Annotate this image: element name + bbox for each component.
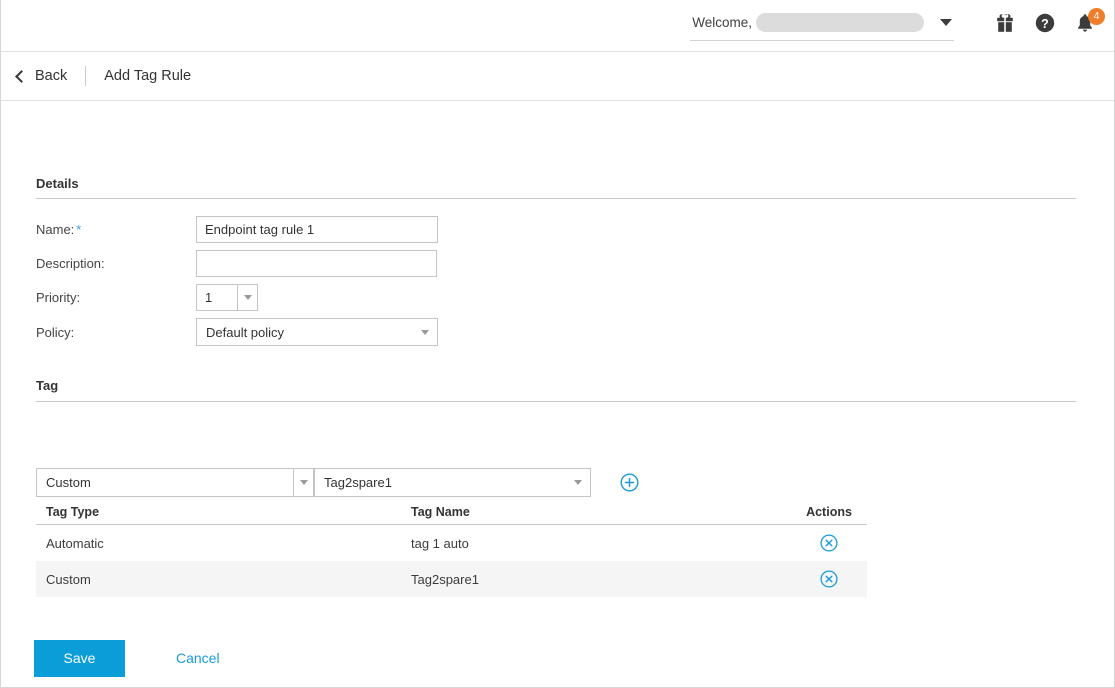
tag-table: Tag Type Tag Name Actions Automatic tag … [36, 499, 867, 597]
tag-name-select[interactable]: Tag2spare1 [314, 468, 591, 497]
notification-badge: 4 [1088, 8, 1105, 25]
cell-tag-type: Custom [46, 571, 91, 587]
remove-tag-icon[interactable] [820, 570, 838, 588]
app-window: Welcome, ? 4 Back Add Tag Rule Details N… [0, 0, 1115, 688]
description-label: Description: [36, 256, 105, 271]
save-button[interactable]: Save [34, 639, 125, 677]
header-icon-group: ? 4 [994, 8, 1105, 39]
table-row: Automatic tag 1 auto [36, 525, 867, 561]
field-row-description: Description: [36, 250, 437, 277]
user-menu[interactable]: Welcome, [690, 11, 954, 41]
cell-tag-name: tag 1 auto [411, 535, 469, 551]
policy-select-value: Default policy [206, 324, 285, 340]
chevron-down-icon [293, 469, 313, 496]
cell-actions [791, 570, 867, 588]
form-footer: Save Cancel [1, 629, 1114, 687]
priority-label: Priority: [36, 290, 81, 305]
back-label: Back [35, 68, 68, 84]
field-row-name: Name: * [36, 216, 438, 243]
chevron-left-icon [15, 69, 28, 83]
cell-tag-type: Automatic [46, 535, 104, 551]
priority-input[interactable] [197, 285, 237, 310]
cell-actions [791, 534, 867, 552]
details-section-rule [36, 198, 1076, 199]
welcome-label: Welcome, [692, 15, 752, 30]
policy-select[interactable]: Default policy [196, 318, 438, 346]
back-button[interactable]: Back [15, 68, 68, 84]
column-header-tag-name: Tag Name [411, 504, 470, 519]
priority-dropdown-toggle[interactable] [237, 285, 257, 310]
main-content: Details Name:* Description: Priority: Po… [1, 101, 1114, 687]
column-header-actions: Actions [806, 504, 852, 519]
priority-stepper[interactable] [196, 284, 258, 311]
username-masked [756, 13, 924, 32]
chevron-down-icon [243, 295, 252, 300]
svg-text:?: ? [1041, 17, 1049, 31]
tag-name-select-value: Tag2spare1 [324, 475, 392, 490]
page-title: Add Tag Rule [104, 68, 192, 84]
tag-section-title: Tag [36, 378, 59, 393]
chevron-down-icon [413, 329, 437, 335]
tag-section-rule [36, 401, 1076, 402]
tag-type-select-value: Custom [46, 475, 91, 490]
field-row-policy: Policy: Default policy [36, 318, 438, 346]
name-input[interactable] [196, 216, 438, 243]
chevron-down-icon[interactable] [940, 19, 952, 26]
column-header-tag-type: Tag Type [46, 504, 100, 519]
gift-icon[interactable] [994, 12, 1016, 39]
name-label: Name: * [36, 222, 82, 237]
help-icon[interactable]: ? [1034, 12, 1056, 39]
chevron-down-icon [566, 480, 590, 485]
tag-type-select[interactable]: Custom [36, 468, 314, 497]
details-section-title: Details [36, 176, 79, 191]
required-marker: * [76, 222, 82, 237]
breadcrumb-divider [85, 66, 87, 86]
description-input[interactable] [196, 250, 437, 277]
cancel-button[interactable]: Cancel [176, 650, 220, 666]
cell-tag-name: Tag2spare1 [411, 571, 479, 587]
field-row-priority: Priority: [36, 284, 258, 311]
table-header-row: Tag Type Tag Name Actions [36, 499, 867, 525]
remove-tag-icon[interactable] [820, 534, 838, 552]
add-tag-button[interactable] [620, 473, 639, 492]
table-row: Custom Tag2spare1 [36, 561, 867, 597]
top-header-bar: Welcome, ? 4 [1, 0, 1114, 52]
policy-label: Policy: [36, 324, 75, 340]
notifications-button[interactable]: 4 [1074, 8, 1105, 39]
breadcrumb: Back Add Tag Rule [1, 52, 1114, 101]
